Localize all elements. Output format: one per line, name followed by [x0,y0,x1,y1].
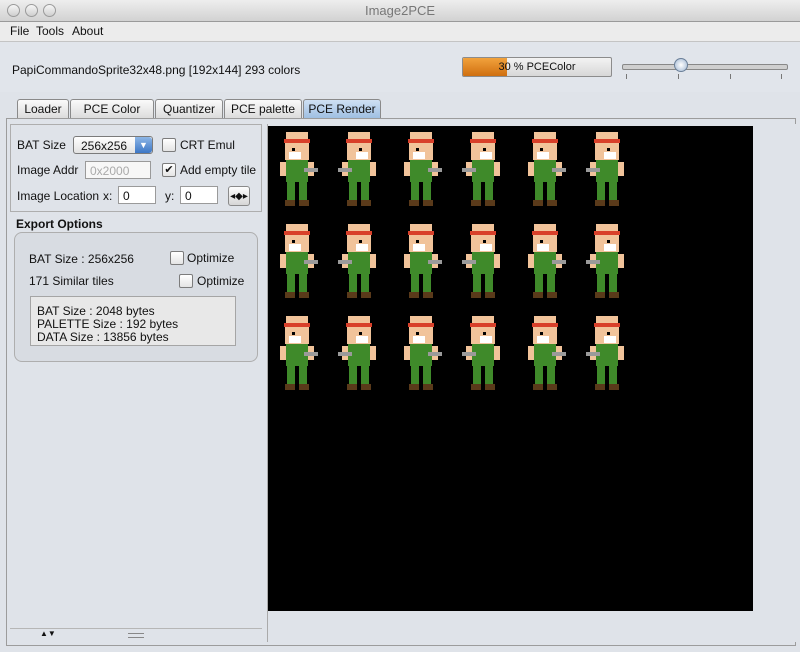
optimize-bat-checkbox[interactable] [170,251,184,265]
image-addr-label: Image Addr [17,163,79,177]
title-bar: Image2PCE [0,0,800,22]
x-label: x: [103,189,113,203]
optimize-tiles-label: Optimize [197,274,245,288]
commando-sprite [462,316,500,390]
export-options-header: Export Options [16,217,103,231]
commando-sprite [404,316,442,390]
commando-sprite [280,316,318,390]
bat-size-label: BAT Size [17,138,66,152]
commando-sprite [338,224,376,298]
menu-bar: File Tools About [0,22,800,42]
palette-bytes-text: PALETTE Size : 192 bytes [37,317,179,331]
slider-tick [781,74,782,79]
optimize-tiles-checkbox[interactable] [179,274,193,288]
tab-pce-palette[interactable]: PCE palette [224,99,302,118]
progress-label: 30 % PCEColor [498,61,576,73]
commando-sprite [462,224,500,298]
bat-size-select[interactable]: 256x256 ▼ [73,136,153,154]
commando-sprite [338,132,376,206]
similar-tiles-label: 171 Similar tiles [29,274,114,288]
y-field[interactable]: 0 [180,186,218,204]
slider-tick [678,74,679,79]
export-bat-size: BAT Size : 256x256 [29,252,134,266]
bat-bytes-text: BAT Size : 2048 bytes [37,304,155,318]
y-label: y: [165,189,175,203]
commando-sprite [586,316,624,390]
tab-pce-color[interactable]: PCE Color [70,99,154,118]
menu-file[interactable]: File [10,24,29,38]
crt-emul-checkbox[interactable] [162,138,176,152]
menu-tools[interactable]: Tools [36,24,64,38]
commando-sprite [528,132,566,206]
image-location-label: Image Location [17,189,100,203]
data-bytes-text: DATA Size : 13856 bytes [37,330,169,344]
commando-sprite [404,132,442,206]
menu-about[interactable]: About [72,24,103,38]
checkmark-icon: ✔ [164,164,174,176]
add-empty-tile-checkbox[interactable]: ✔ [162,163,176,177]
progress-bar: 30 % PCEColor [462,57,612,77]
size-summary-box: BAT Size : 2048 bytes PALETTE Size : 192… [30,296,236,346]
bat-size-value: 256x256 [81,139,128,153]
slider-tick [626,74,627,79]
slider-tick [730,74,731,79]
render-canvas[interactable] [268,126,753,611]
commando-sprite [462,132,500,206]
add-empty-tile-label: Add empty tile [180,163,257,177]
tab-pce-render[interactable]: PCE Render [303,99,381,118]
commando-sprite [280,132,318,206]
commando-sprite [528,224,566,298]
collapse-arrows-icon[interactable]: ▲▼ [40,629,56,638]
file-info-label: PapiCommandoSprite32x48.png [192x144] 29… [12,63,301,77]
commando-sprite [586,224,624,298]
commando-sprite [338,316,376,390]
commando-sprite [586,132,624,206]
commando-sprite [528,316,566,390]
tab-loader[interactable]: Loader [17,99,69,118]
move-icon[interactable]: ◂◆▸ [228,186,250,206]
split-pane-divider[interactable]: ▲▼ [10,628,262,643]
x-field[interactable]: 0 [118,186,156,204]
zoom-slider-track[interactable] [622,64,788,70]
image-addr-field[interactable]: 0x2000 [85,161,151,179]
window-title: Image2PCE [364,3,436,18]
crt-emul-label: CRT Emul [180,138,235,152]
optimize-bat-label: Optimize [187,251,235,265]
commando-sprite [404,224,442,298]
commando-sprite [280,224,318,298]
chevron-down-icon: ▼ [135,137,152,153]
resize-grip-icon[interactable] [128,633,144,638]
tab-quantizer[interactable]: Quantizer [155,99,223,118]
zoom-slider-knob[interactable] [674,58,688,72]
